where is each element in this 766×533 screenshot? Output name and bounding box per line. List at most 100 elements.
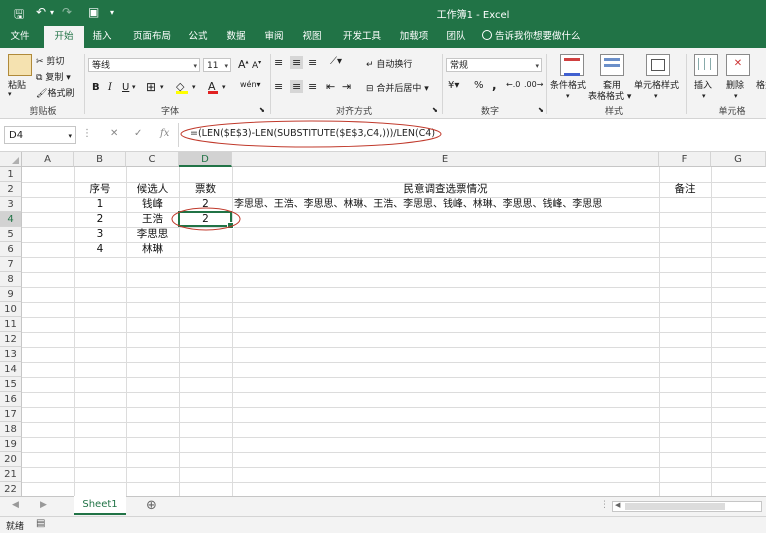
row-header-4[interactable]: 4: [0, 212, 22, 227]
row-header-3[interactable]: 3: [0, 197, 22, 212]
row-header-11[interactable]: 11: [0, 317, 22, 332]
align-center-icon[interactable]: ≡: [290, 80, 304, 93]
column-header-d[interactable]: D: [179, 152, 232, 167]
cancel-icon[interactable]: ✕: [110, 128, 118, 139]
row-header-20[interactable]: 20: [0, 452, 22, 467]
row-header-17[interactable]: 17: [0, 407, 22, 422]
tab-review[interactable]: 审阅: [258, 26, 290, 48]
shrink-font-button[interactable]: A▾: [252, 59, 261, 71]
grow-font-button[interactable]: A▴: [238, 58, 249, 71]
scroll-left-icon[interactable]: ◀: [12, 500, 19, 510]
fill-dropdown-icon[interactable]: ▾: [192, 83, 196, 91]
underline-dropdown-icon[interactable]: ▾: [132, 83, 136, 91]
enter-icon[interactable]: ✓: [134, 128, 142, 139]
scroll-right-icon[interactable]: ▶: [40, 500, 47, 510]
tab-formulas[interactable]: 公式: [182, 26, 214, 48]
row-header-21[interactable]: 21: [0, 467, 22, 482]
cut-button[interactable]: ✂ 剪切: [36, 54, 64, 68]
column-header-f[interactable]: F: [659, 152, 711, 167]
increase-indent-icon[interactable]: ⇥: [342, 80, 351, 93]
tab-team[interactable]: 团队: [440, 26, 472, 48]
copy-button[interactable]: ⧉ 复制 ▾: [36, 70, 71, 84]
split-handle-icon[interactable]: ⋮: [600, 500, 609, 510]
macro-record-icon[interactable]: ▤: [36, 518, 45, 529]
orientation-icon[interactable]: ⟋▾: [330, 56, 342, 67]
merge-center-button[interactable]: ⊟ 合并后居中 ▾: [366, 81, 429, 95]
underline-button[interactable]: U: [122, 82, 129, 93]
cell-e3[interactable]: 李思思、王浩、李思思、林琳、王浩、李思思、钱峰、林琳、李思思、钱峰、李思思: [234, 197, 658, 212]
row-header-1[interactable]: 1: [0, 167, 22, 182]
font-dialog-launcher-icon[interactable]: ⬊: [259, 106, 265, 114]
cell-d2[interactable]: 票数: [179, 182, 232, 197]
paste-dropdown-icon[interactable]: ▾: [8, 90, 12, 98]
borders-dropdown-icon[interactable]: ▾: [160, 83, 164, 91]
font-size-select[interactable]: 11 ▾: [203, 58, 231, 72]
cell-b4[interactable]: 2: [74, 212, 126, 227]
align-bottom-icon[interactable]: ≡: [308, 56, 317, 69]
insert-function-icon[interactable]: fx: [160, 128, 169, 139]
number-format-select[interactable]: 常规 ▾: [446, 58, 542, 72]
percent-button[interactable]: %: [474, 80, 484, 91]
format-as-table-label[interactable]: 表格格式 ▾: [588, 89, 631, 102]
format-cells-button[interactable]: 格式: [756, 78, 766, 91]
decrease-decimal-icon[interactable]: .00→: [524, 80, 543, 89]
tell-me-box[interactable]: 告诉我你想要做什么: [482, 26, 592, 48]
cell-c2[interactable]: 候选人: [126, 182, 179, 197]
delete-cells-button[interactable]: 删除 ▾: [726, 78, 744, 101]
increase-decimal-icon[interactable]: ←.0: [506, 80, 520, 89]
row-header-14[interactable]: 14: [0, 362, 22, 377]
cell-c5[interactable]: 李思思: [126, 227, 179, 242]
fill-color-icon[interactable]: ◇: [176, 80, 188, 94]
cell-b2[interactable]: 序号: [74, 182, 126, 197]
column-header-b[interactable]: B: [74, 152, 126, 167]
tab-page-layout[interactable]: 页面布局: [124, 26, 180, 48]
add-sheet-icon[interactable]: ⊕: [146, 498, 157, 513]
align-left-icon[interactable]: ≡: [274, 80, 283, 93]
row-header-2[interactable]: 2: [0, 182, 22, 197]
decrease-indent-icon[interactable]: ⇤: [326, 80, 335, 93]
horizontal-scrollbar[interactable]: ◀: [612, 501, 762, 512]
insert-cells-button[interactable]: 插入 ▾: [694, 78, 712, 101]
align-middle-icon[interactable]: ≡: [290, 56, 304, 69]
comma-button[interactable]: ,: [492, 78, 497, 92]
row-header-5[interactable]: 5: [0, 227, 22, 242]
column-header-e[interactable]: E: [232, 152, 659, 167]
row-header-19[interactable]: 19: [0, 437, 22, 452]
alignment-dialog-launcher-icon[interactable]: ⬊: [432, 106, 438, 114]
cell-e2[interactable]: 民意调查选票情况: [232, 182, 659, 197]
tab-home[interactable]: 开始: [44, 26, 84, 48]
wrap-text-button[interactable]: ↵ 自动换行: [366, 57, 412, 71]
paste-icon[interactable]: [8, 54, 32, 76]
column-header-c[interactable]: C: [126, 152, 179, 167]
align-right-icon[interactable]: ≡: [308, 80, 317, 93]
scrollbar-thumb[interactable]: [625, 503, 725, 510]
cell-styles-button[interactable]: 单元格样式 ▾: [634, 78, 679, 101]
cell-f2[interactable]: 备注: [659, 182, 711, 197]
cell-b6[interactable]: 4: [74, 242, 126, 257]
name-box[interactable]: D4 ▾: [4, 126, 76, 144]
tab-file[interactable]: 文件: [4, 26, 36, 48]
row-header-16[interactable]: 16: [0, 392, 22, 407]
phonetic-button[interactable]: wén▾: [240, 80, 261, 89]
currency-icon[interactable]: ¥▾: [448, 80, 459, 91]
italic-button[interactable]: I: [108, 82, 112, 93]
row-header-12[interactable]: 12: [0, 332, 22, 347]
column-header-a[interactable]: A: [22, 152, 74, 167]
row-header-7[interactable]: 7: [0, 257, 22, 272]
borders-icon[interactable]: ⊞: [146, 80, 156, 94]
row-header-13[interactable]: 13: [0, 347, 22, 362]
format-painter-button[interactable]: 🖌格式刷: [36, 86, 74, 100]
row-header-18[interactable]: 18: [0, 422, 22, 437]
font-color-dropdown-icon[interactable]: ▾: [222, 83, 226, 91]
select-all-corner[interactable]: [0, 152, 22, 167]
align-top-icon[interactable]: ≡: [274, 56, 283, 69]
cell-b5[interactable]: 3: [74, 227, 126, 242]
sheet-tab-sheet1[interactable]: Sheet1: [74, 496, 126, 515]
row-header-10[interactable]: 10: [0, 302, 22, 317]
bold-button[interactable]: B: [92, 82, 100, 93]
cell-c6[interactable]: 林琳: [126, 242, 179, 257]
row-header-22[interactable]: 22: [0, 482, 22, 496]
spreadsheet-grid[interactable]: A B C D E F G 1 2 3 4 5 6 7 8 9 10 11 12…: [0, 152, 766, 496]
row-header-15[interactable]: 15: [0, 377, 22, 392]
cell-b3[interactable]: 1: [74, 197, 126, 212]
